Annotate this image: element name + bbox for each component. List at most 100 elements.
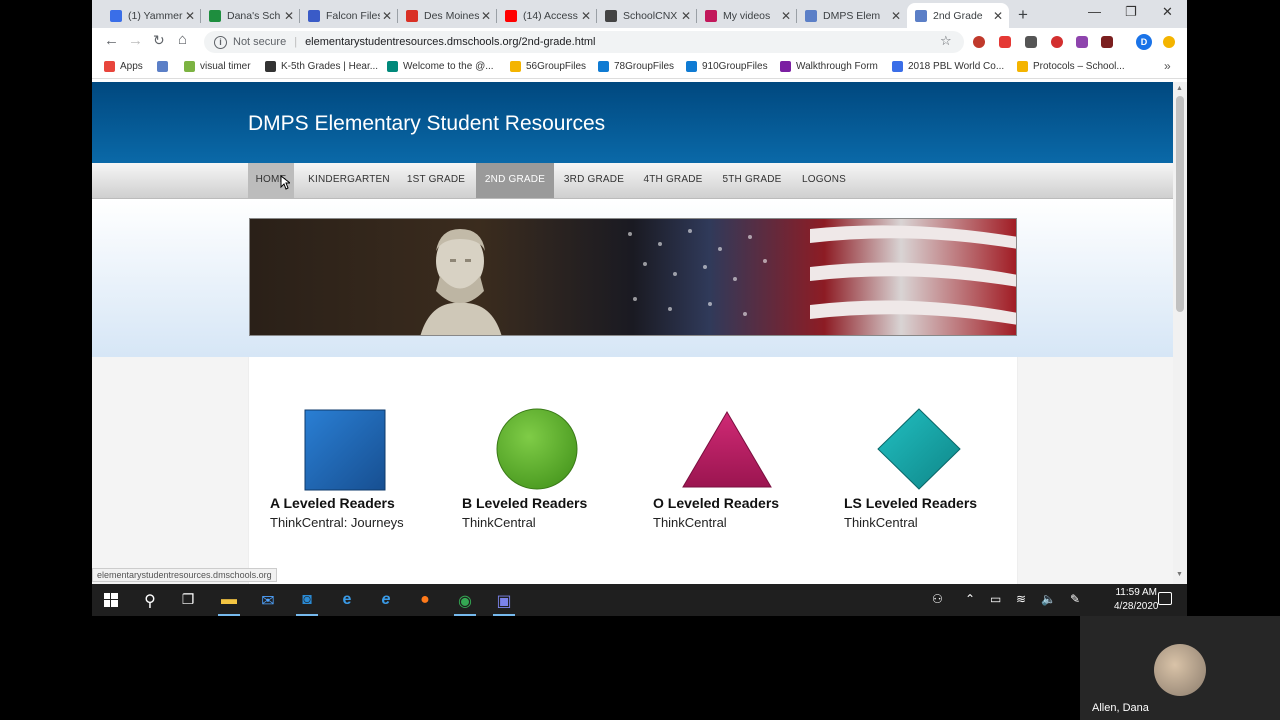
close-icon[interactable]: ✕ [679, 9, 693, 23]
scroll-up-icon[interactable]: ▲ [1176, 85, 1183, 92]
battery-icon[interactable]: ▭ [990, 592, 1001, 606]
extension-icon[interactable] [1076, 36, 1088, 48]
bookmark-pbl-world[interactable]: 2018 PBL World Co... [892, 61, 1004, 72]
tab-dmps-elem[interactable]: DMPS Elem ✕ [797, 3, 907, 28]
profile-avatar[interactable]: D [1136, 34, 1152, 50]
mail-icon[interactable]: ✉ [255, 591, 281, 611]
file-explorer-icon[interactable]: ▬ [216, 591, 242, 616]
minimize-button[interactable]: — [1088, 4, 1101, 19]
wifi-icon[interactable]: ≋ [1016, 592, 1026, 606]
site-title[interactable]: DMPS Elementary Student Resources [248, 112, 605, 136]
nav-1st-grade[interactable]: 1ST GRADE [405, 163, 467, 198]
close-icon[interactable]: ✕ [579, 9, 593, 23]
people-icon[interactable]: ⚇ [932, 592, 943, 606]
card-subtitle[interactable]: ThinkCentral [462, 515, 632, 530]
reload-icon[interactable]: ↻ [153, 32, 165, 49]
home-icon[interactable]: ⌂ [178, 31, 187, 48]
timer-icon [184, 61, 195, 72]
extension-icon[interactable] [1051, 36, 1063, 48]
nav-logons[interactable]: LOGONS [799, 163, 849, 198]
bookmark-walkthrough-form[interactable]: Walkthrough Form [780, 61, 878, 72]
scrollbar-thumb[interactable] [1176, 96, 1184, 312]
address-bar[interactable]: i Not secure | elementarystudentresource… [204, 31, 964, 53]
bookmark-visual-timer[interactable]: visual timer [184, 61, 251, 72]
tab-falcon-files[interactable]: Falcon Files ✕ [300, 3, 398, 28]
close-icon[interactable]: ✕ [479, 9, 493, 23]
card-subtitle[interactable]: ThinkCentral: Journeys [270, 515, 440, 530]
firefox-icon[interactable]: ● [412, 591, 438, 609]
task-view-icon[interactable]: ❐ [175, 591, 201, 608]
restore-button[interactable]: ❐ [1125, 4, 1137, 20]
tab-2nd-grade[interactable]: 2nd Grade ✕ [907, 3, 1009, 28]
close-icon[interactable]: ✕ [183, 9, 197, 23]
teams-icon[interactable]: ▣ [491, 591, 517, 616]
chrome-icon[interactable]: ◉ [452, 591, 478, 616]
clock-date: 4/28/2020 [1114, 601, 1159, 612]
tab-youtube-access[interactable]: (14) Access ✕ [497, 3, 597, 28]
system-clock[interactable]: 11:59 AM 4/28/2020 [1114, 586, 1159, 614]
card-title[interactable]: A Leveled Readers [270, 495, 440, 511]
extension-icon[interactable] [1025, 36, 1037, 48]
card-subtitle[interactable]: ThinkCentral [653, 515, 823, 530]
card-a-leveled-readers[interactable]: A Leveled Readers ThinkCentral: Journeys [270, 407, 440, 530]
close-icon[interactable]: ✕ [779, 9, 793, 23]
extension-icon[interactable] [1163, 36, 1175, 48]
extension-icon[interactable] [973, 36, 985, 48]
back-arrow-icon[interactable]: ← [104, 32, 119, 49]
bookmark-910groupfiles[interactable]: 910GroupFiles [686, 61, 768, 72]
calendar-icon [892, 61, 903, 72]
chevron-up-icon[interactable]: ⌃ [965, 592, 975, 606]
bookmark-apps[interactable]: Apps [104, 61, 143, 72]
notification-icon[interactable] [1158, 592, 1172, 605]
bookmark-protocols[interactable]: Protocols – School... [1017, 61, 1125, 72]
youtube-icon [505, 9, 517, 22]
tab-schoolcnx[interactable]: SchoolCNX ✕ [597, 3, 697, 28]
card-title[interactable]: B Leveled Readers [462, 495, 632, 511]
nav-2nd-grade[interactable]: 2ND GRADE [476, 163, 554, 198]
card-title[interactable]: O Leveled Readers [653, 495, 823, 511]
bookmark-k5-grades[interactable]: K-5th Grades | Hear... [265, 61, 378, 72]
bookmark-78groupfiles[interactable]: 78GroupFiles [598, 61, 674, 72]
bookmark-56groupfiles[interactable]: 56GroupFiles [510, 61, 586, 72]
windows-start-icon[interactable] [98, 591, 124, 612]
tab-danas-schedule[interactable]: Dana's Sch ✕ [201, 3, 300, 28]
card-o-leveled-readers[interactable]: O Leveled Readers ThinkCentral [653, 407, 823, 530]
pen-icon[interactable]: ✎ [1070, 592, 1080, 606]
search-icon[interactable]: ⚲ [137, 591, 163, 611]
card-ls-leveled-readers[interactable]: LS Leveled Readers ThinkCentral [844, 407, 1014, 530]
close-icon[interactable]: ✕ [282, 9, 296, 23]
close-window-button[interactable]: ✕ [1162, 4, 1173, 20]
participant-name: Allen, Dana [1092, 702, 1149, 714]
close-icon[interactable]: ✕ [991, 9, 1005, 23]
bookmark-welcome[interactable]: Welcome to the @... [387, 61, 494, 72]
card-b-leveled-readers[interactable]: B Leveled Readers ThinkCentral [462, 407, 632, 530]
nav-5th-grade[interactable]: 5TH GRADE [720, 163, 784, 198]
info-icon[interactable]: i [214, 35, 227, 49]
bookmark-weebly[interactable] [157, 61, 173, 72]
internet-explorer-icon[interactable]: e [373, 591, 399, 609]
close-icon[interactable]: ✕ [380, 9, 394, 23]
tab-my-videos[interactable]: My videos ✕ [697, 3, 797, 28]
nav-3rd-grade[interactable]: 3RD GRADE [562, 163, 626, 198]
extension-icon[interactable] [999, 36, 1011, 48]
nav-kindergarten[interactable]: KINDERGARTEN [308, 163, 390, 198]
card-subtitle[interactable]: ThinkCentral [844, 515, 1014, 530]
new-tab-button[interactable]: + [1018, 5, 1028, 25]
url-text[interactable]: elementarystudentresources.dmschools.org… [305, 36, 595, 48]
tab-yammer[interactable]: (1) Yammer ✕ [102, 3, 201, 28]
volume-icon[interactable]: 🔈 [1041, 592, 1056, 606]
security-label: Not secure [233, 36, 287, 48]
nav-4th-grade[interactable]: 4TH GRADE [641, 163, 705, 198]
scroll-down-icon[interactable]: ▼ [1176, 571, 1183, 578]
forward-arrow-icon[interactable]: → [128, 32, 143, 49]
vertical-scrollbar[interactable]: ▲ ▼ [1173, 82, 1187, 584]
close-icon[interactable]: ✕ [889, 9, 903, 23]
webcam-avatar [1154, 644, 1206, 696]
edge-icon[interactable]: e [334, 591, 360, 609]
extension-icon[interactable] [1101, 36, 1113, 48]
chevron-right-icon[interactable]: » [1164, 59, 1171, 73]
card-title[interactable]: LS Leveled Readers [844, 495, 1014, 511]
outlook-icon[interactable]: ◙ [294, 591, 320, 616]
bookmark-star-icon[interactable]: ☆ [940, 33, 952, 49]
tab-des-moines[interactable]: Des Moines ✕ [398, 3, 497, 28]
